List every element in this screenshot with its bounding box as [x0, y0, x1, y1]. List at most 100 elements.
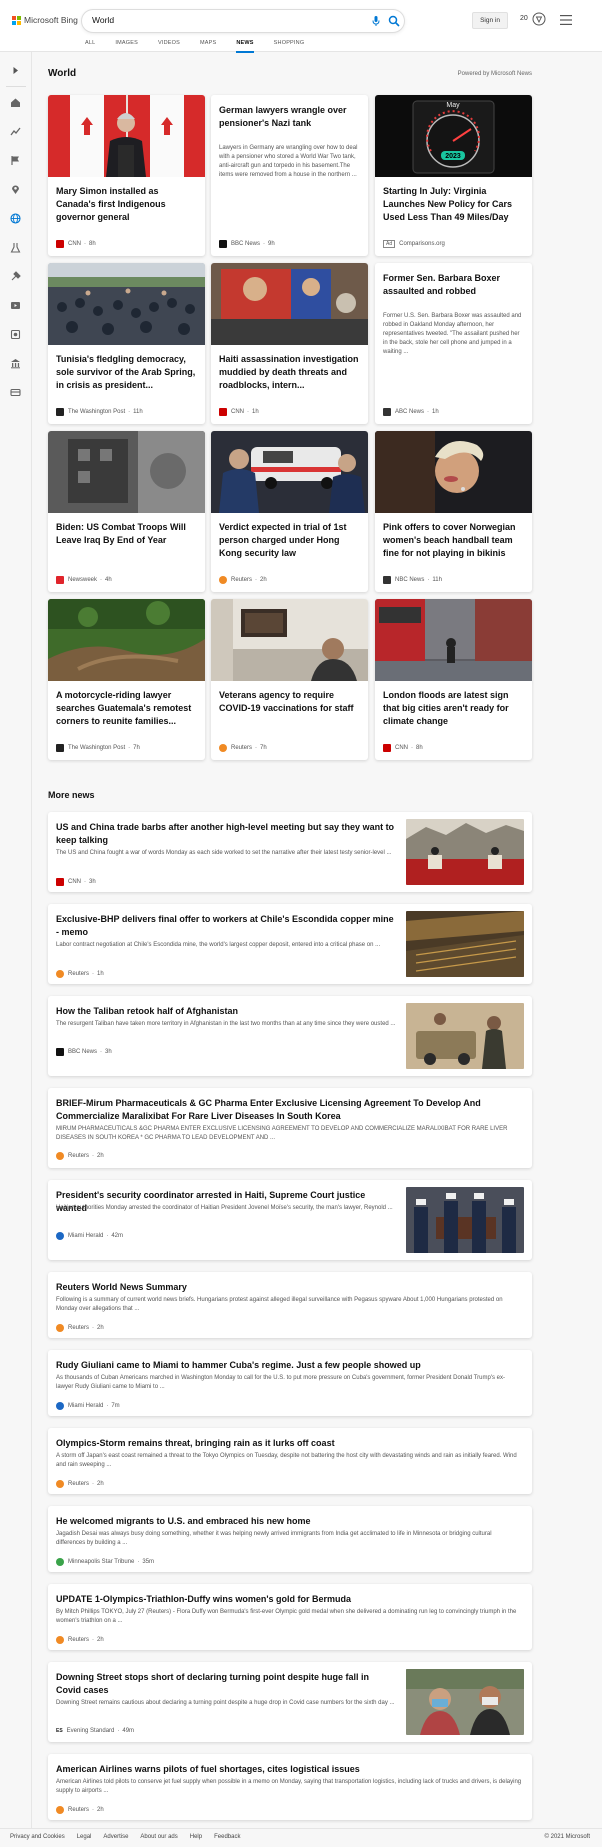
- news-title[interactable]: Verdict expected in trial of 1st person …: [219, 521, 360, 560]
- list-item[interactable]: American Airlines warns pilots of fuel s…: [48, 1754, 532, 1820]
- home-icon[interactable]: [10, 97, 21, 108]
- tab-news[interactable]: NEWS: [236, 40, 254, 53]
- technology-icon[interactable]: [10, 271, 21, 282]
- news-title[interactable]: UPDATE 1-Olympics-Triathlon-Duffy wins w…: [56, 1593, 522, 1606]
- tab-all[interactable]: ALL: [85, 40, 95, 53]
- news-source: ES Evening Standard · 49m: [56, 1728, 135, 1734]
- location-icon[interactable]: [10, 184, 21, 195]
- tab-videos[interactable]: VIDEOS: [158, 40, 180, 53]
- globe-icon[interactable]: [10, 213, 21, 224]
- news-title[interactable]: A motorcycle-riding lawyer searches Guat…: [56, 689, 197, 728]
- footer-link-legal[interactable]: Legal: [77, 1834, 92, 1840]
- bing-logo[interactable]: Microsoft Bing: [12, 15, 78, 25]
- more-news-title: More news: [48, 790, 95, 800]
- menu-icon[interactable]: [560, 15, 572, 25]
- footer-link-feedback[interactable]: Feedback: [214, 1834, 240, 1840]
- search-box[interactable]: [82, 10, 404, 32]
- footer-link-privacy[interactable]: Privacy and Cookies: [10, 1834, 65, 1840]
- news-thumbnail: [211, 431, 368, 513]
- news-card[interactable]: Verdict expected in trial of 1st person …: [211, 431, 368, 592]
- list-item[interactable]: US and China trade barbs after another h…: [48, 812, 532, 892]
- search-input[interactable]: [92, 15, 342, 25]
- news-title[interactable]: Pink offers to cover Norwegian women's b…: [383, 521, 524, 560]
- ad-card[interactable]: May 2023 Starting In July: Virginia Laun…: [375, 95, 532, 256]
- footer-link-about-ads[interactable]: About our ads: [140, 1834, 177, 1840]
- list-item[interactable]: He welcomed migrants to U.S. and embrace…: [48, 1506, 532, 1572]
- source-name: CNN: [231, 409, 244, 415]
- list-item[interactable]: UPDATE 1-Olympics-Triathlon-Duffy wins w…: [48, 1584, 532, 1650]
- sports-icon[interactable]: [10, 329, 21, 340]
- list-item[interactable]: BRIEF-Mirum Pharmaceuticals & GC Pharma …: [48, 1088, 532, 1168]
- news-card[interactable]: Veterans agency to require COVID-19 vacc…: [211, 599, 368, 760]
- news-title[interactable]: Starting In July: Virginia Launches New …: [383, 185, 524, 224]
- news-title[interactable]: Haiti assassination investigation muddie…: [219, 353, 360, 392]
- tab-shopping[interactable]: SHOPPING: [274, 40, 305, 53]
- source-logo-icon: [56, 1232, 64, 1240]
- news-card[interactable]: German lawyers wrangle over pensioner's …: [211, 95, 368, 256]
- news-title[interactable]: He welcomed migrants to U.S. and embrace…: [56, 1515, 522, 1528]
- list-item[interactable]: Olympics-Storm remains threat, bringing …: [48, 1428, 532, 1494]
- footer-link-advertise[interactable]: Advertise: [103, 1834, 128, 1840]
- news-title[interactable]: American Airlines warns pilots of fuel s…: [56, 1763, 522, 1776]
- news-title[interactable]: Biden: US Combat Troops Will Leave Iraq …: [56, 521, 197, 547]
- list-item[interactable]: Downing Street stops short of declaring …: [48, 1662, 532, 1742]
- tab-maps[interactable]: MAPS: [200, 40, 216, 53]
- news-title[interactable]: Exclusive-BHP delivers final offer to wo…: [56, 913, 396, 939]
- news-title[interactable]: Olympics-Storm remains threat, bringing …: [56, 1437, 522, 1450]
- business-icon[interactable]: [10, 358, 21, 369]
- sidebar: [0, 52, 32, 1847]
- news-card[interactable]: Biden: US Combat Troops Will Leave Iraq …: [48, 431, 205, 592]
- news-title[interactable]: Downing Street stops short of declaring …: [56, 1671, 396, 1697]
- trending-icon[interactable]: [10, 126, 21, 137]
- rewards-icon[interactable]: [532, 12, 546, 26]
- news-card[interactable]: Mary Simon installed as Canada's first I…: [48, 95, 205, 256]
- science-icon[interactable]: [10, 242, 21, 253]
- news-title[interactable]: Reuters World News Summary: [56, 1281, 522, 1294]
- powered-by[interactable]: Powered by Microsoft News: [458, 71, 532, 77]
- news-snippet: American Airlines told pilots to conserv…: [56, 1779, 522, 1794]
- ad-image-year: 2023: [445, 153, 461, 160]
- rewards-points[interactable]: 20: [520, 15, 528, 22]
- tab-images[interactable]: IMAGES: [115, 40, 138, 53]
- news-card[interactable]: Pink offers to cover Norwegian women's b…: [375, 431, 532, 592]
- copyright: © 2021 Microsoft: [544, 1834, 590, 1840]
- news-time: 2h: [97, 1637, 104, 1643]
- news-title[interactable]: London floods are latest sign that big c…: [383, 689, 524, 728]
- news-title[interactable]: German lawyers wrangle over pensioner's …: [219, 104, 360, 130]
- news-card[interactable]: A motorcycle-riding lawyer searches Guat…: [48, 599, 205, 760]
- news-title[interactable]: US and China trade barbs after another h…: [56, 821, 396, 847]
- news-title[interactable]: How the Taliban retook half of Afghanist…: [56, 1005, 396, 1018]
- search-icon[interactable]: [388, 15, 400, 27]
- news-source: NBC News · 11h: [383, 576, 442, 584]
- news-source: CNN · 3h: [56, 878, 96, 886]
- entertainment-icon[interactable]: [10, 300, 21, 311]
- source-logo-icon: [383, 576, 391, 584]
- politics-icon[interactable]: [10, 387, 21, 398]
- sign-in-button[interactable]: Sign in: [472, 12, 508, 29]
- news-card[interactable]: Haiti assassination investigation muddie…: [211, 263, 368, 424]
- news-card[interactable]: London floods are latest sign that big c…: [375, 599, 532, 760]
- news-title[interactable]: Rudy Giuliani came to Miami to hammer Cu…: [56, 1359, 522, 1372]
- list-item[interactable]: Rudy Giuliani came to Miami to hammer Cu…: [48, 1350, 532, 1416]
- source-logo-icon: [56, 576, 64, 584]
- news-title[interactable]: BRIEF-Mirum Pharmaceuticals & GC Pharma …: [56, 1097, 522, 1123]
- news-source: Minneapolis Star Tribune · 35m: [56, 1558, 154, 1566]
- source-name: Reuters: [68, 1325, 90, 1331]
- list-item[interactable]: President's security coordinator arreste…: [48, 1180, 532, 1260]
- news-title[interactable]: Mary Simon installed as Canada's first I…: [56, 185, 197, 224]
- news-title[interactable]: Tunisia's fledgling democracy, sole surv…: [56, 353, 197, 392]
- news-source: Miami Herald · 42m: [56, 1232, 123, 1240]
- news-card[interactable]: Tunisia's fledgling democracy, sole surv…: [48, 263, 205, 424]
- news-thumbnail: [375, 599, 532, 681]
- expand-icon[interactable]: [10, 65, 21, 76]
- news-title[interactable]: Former Sen. Barbara Boxer assaulted and …: [383, 272, 524, 298]
- news-title[interactable]: Veterans agency to require COVID-19 vacc…: [219, 689, 360, 715]
- list-item[interactable]: Exclusive-BHP delivers final offer to wo…: [48, 904, 532, 984]
- news-card[interactable]: Former Sen. Barbara Boxer assaulted and …: [375, 263, 532, 424]
- list-item[interactable]: Reuters World News Summary Following is …: [48, 1272, 532, 1338]
- search-nav: ALL IMAGES VIDEOS MAPS NEWS SHOPPING: [85, 40, 324, 53]
- list-item[interactable]: How the Taliban retook half of Afghanist…: [48, 996, 532, 1076]
- microphone-icon[interactable]: [370, 15, 382, 27]
- flag-icon[interactable]: [10, 155, 21, 166]
- footer-link-help[interactable]: Help: [190, 1834, 202, 1840]
